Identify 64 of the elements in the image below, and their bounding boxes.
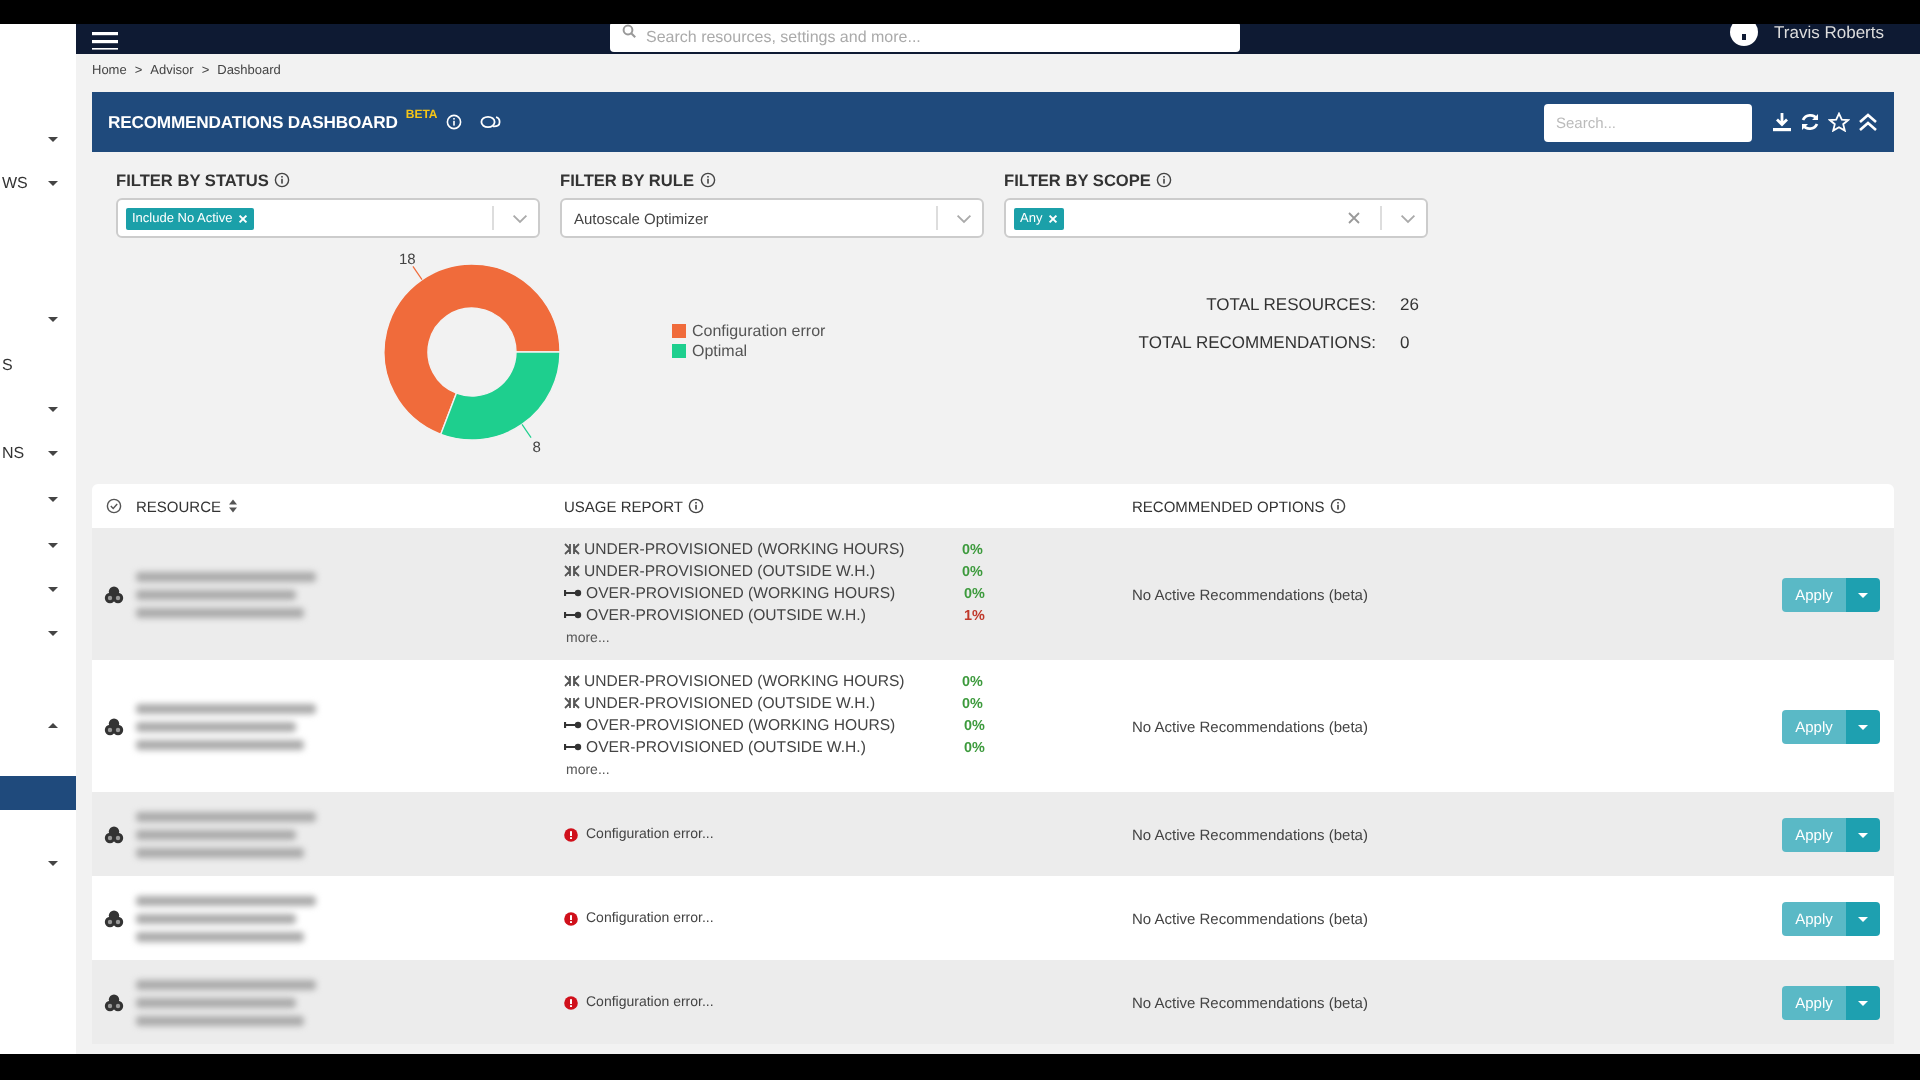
resize-icon [564,564,580,578]
sort-icon[interactable] [227,498,238,514]
caret-down-icon [1856,721,1870,731]
chat-icon[interactable] [479,113,502,131]
collapse-icon[interactable] [1858,112,1878,132]
total-value: 0 [1400,332,1412,352]
sidebar-item[interactable]: NS [0,438,76,466]
remove-icon[interactable] [1048,213,1059,223]
total-label: TOTAL RESOURCES: [1204,294,1376,314]
resize-icon [564,542,580,556]
clear-icon[interactable] [1348,212,1360,224]
info-icon[interactable] [274,172,291,188]
leader-line [521,423,532,439]
search-field[interactable]: Search resources, settings and more... [610,24,1240,52]
shrink-icon [564,610,582,620]
resize-icon [564,674,580,688]
resource-icon [104,585,124,603]
sidebar-item[interactable]: WS [0,168,76,196]
resource-icon [104,993,124,1011]
error-icon [564,995,578,1009]
star-icon[interactable] [1828,112,1850,132]
filter-label: FILTER BY STATUS [116,170,269,190]
chevron-down-icon[interactable] [512,213,528,223]
user-menu[interactable]: Travis Roberts [1774,24,1884,42]
refresh-icon[interactable] [1800,112,1820,132]
total-label: TOTAL RECOMMENDATIONS: [1138,332,1376,352]
apply-menu-button[interactable] [1846,985,1880,1019]
error-icon [564,827,578,841]
error-icon [564,911,578,925]
leader-line [412,265,423,281]
total-value: 26 [1400,294,1421,314]
sidebar-item[interactable]: S [0,350,76,378]
help-icon[interactable] [1730,24,1759,46]
dashboard-title: RECOMMENDATIONS DASHBOARD [108,112,398,132]
remove-icon[interactable] [238,213,249,223]
filter-label: FILTER BY SCOPE [1004,170,1151,190]
apply-menu-button[interactable] [1846,577,1880,611]
filter-label: FILTER BY RULE [560,170,694,190]
info-icon[interactable] [688,498,705,514]
info-icon[interactable] [1330,498,1347,514]
download-icon[interactable] [1772,112,1792,132]
shrink-icon [564,742,582,752]
chevron-down-icon[interactable] [956,213,972,223]
menu-icon[interactable] [92,29,118,49]
resource-icon [104,825,124,843]
caret-down-icon [1856,589,1870,599]
chevron-down-icon[interactable] [1400,213,1416,223]
info-icon[interactable] [1156,172,1173,188]
caret-down-icon [1856,997,1870,1007]
apply-menu-button[interactable] [1846,709,1880,743]
search-icon [622,24,636,38]
info-icon[interactable] [700,172,716,188]
apply-menu-button[interactable] [1846,817,1880,851]
resource-icon [104,717,124,735]
shrink-icon [564,588,582,598]
caret-down-icon [1856,913,1870,923]
resource-icon [104,909,124,927]
resize-icon [564,696,580,710]
shrink-icon [564,720,582,730]
caret-down-icon [1856,829,1870,839]
legend-label: Optimal [692,341,748,359]
legend-label: Configuration error [692,321,826,339]
apply-menu-button[interactable] [1846,901,1880,935]
select-all-icon[interactable] [106,498,122,514]
